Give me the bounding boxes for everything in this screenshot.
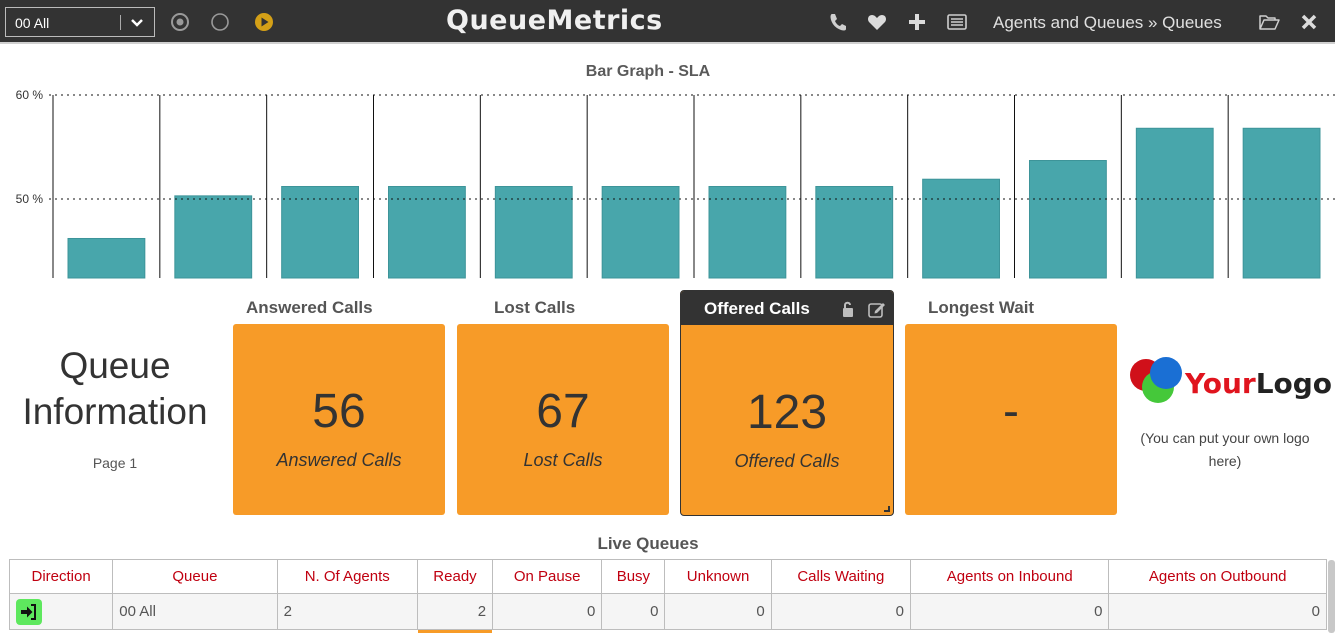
tile-answered-calls[interactable]: 56 Answered Calls [233, 324, 445, 515]
cell-calls-waiting: 0 [770, 593, 911, 630]
queue-select[interactable]: 00 All [5, 7, 155, 37]
tile-label: Offered Calls [734, 451, 840, 471]
col-direction[interactable]: Direction [8, 559, 114, 594]
play-icon[interactable] [253, 11, 275, 33]
tile-caption-answered: Answered Calls [246, 298, 373, 317]
y-tick-label: 60 % [16, 88, 44, 102]
cell-ready: 2 [416, 593, 494, 633]
phone-icon[interactable] [827, 11, 849, 33]
cell-on-pause: 0 [492, 593, 603, 630]
tile-header: Offered Calls [681, 291, 893, 325]
chart-title: Bar Graph - SLA [585, 63, 711, 80]
col-busy[interactable]: Busy [601, 559, 666, 594]
bar-5 [494, 186, 573, 279]
col-on-pause[interactable]: On Pause [492, 559, 603, 594]
col-unknown[interactable]: Unknown [664, 559, 772, 594]
cell-agents-outbound: 0 [1108, 593, 1327, 630]
tile-caption-lost: Lost Calls [494, 298, 576, 317]
table-header-row: Direction Queue N. Of Agents Ready On Pa… [8, 559, 1327, 594]
tile-value: 67 [536, 385, 590, 438]
queue-info-title-2: Information [22, 391, 208, 432]
col-agents-inbound[interactable]: Agents on Inbound [909, 559, 1110, 594]
tile-offered-calls[interactable]: Offered Calls 123 Offered Calls [680, 290, 894, 516]
queue-info-panel: Queue Information Page 1 [10, 343, 220, 471]
bar-8 [815, 186, 894, 279]
breadcrumb[interactable]: Agents and Queues » Queues [993, 13, 1222, 33]
table-row: 00 All 2 2 0 0 0 0 0 0 [8, 593, 1327, 633]
radio-empty-icon[interactable] [209, 11, 231, 33]
plus-icon[interactable] [906, 11, 928, 33]
queue-select-value: 00 All [15, 15, 50, 31]
list-icon[interactable] [946, 11, 968, 33]
cell-direction [8, 593, 114, 630]
col-ready[interactable]: Ready [416, 559, 494, 594]
page-indicator: Page 1 [92, 455, 138, 471]
logo-circles-icon [1130, 357, 1182, 403]
top-bar: 00 All QueueMetrics Agents and Queues » … [0, 0, 1335, 44]
cell-busy: 0 [601, 593, 666, 630]
live-queues-table: Direction Queue N. Of Agents Ready On Pa… [8, 559, 1327, 633]
logo-text: YourLogo [1185, 367, 1333, 400]
col-agents-outbound[interactable]: Agents on Outbound [1108, 559, 1327, 594]
col-n-agents[interactable]: N. Of Agents [276, 559, 418, 594]
col-queue[interactable]: Queue [112, 559, 278, 594]
brand-logo: QueueMetrics [446, 5, 663, 36]
bar-11 [1135, 127, 1214, 279]
radio-selected-icon[interactable] [169, 11, 191, 33]
heart-icon[interactable] [866, 11, 888, 33]
logo-note: (You can put your own logo here) [1140, 430, 1310, 469]
cell-agents-inbound: 0 [909, 593, 1110, 630]
cell-n-agents: 2 [276, 593, 418, 630]
bar-10 [1029, 160, 1107, 279]
queue-info-title-1: Queue [59, 345, 171, 386]
unlock-icon[interactable] [839, 299, 859, 319]
bar-6 [601, 186, 680, 279]
cell-unknown: 0 [664, 593, 772, 630]
bar-4 [388, 186, 466, 279]
select-separator [120, 15, 121, 30]
live-queues-title: Live Queues [597, 534, 699, 553]
inbound-direction-button[interactable] [16, 598, 42, 625]
sign-in-icon [21, 603, 36, 620]
bar-7 [708, 186, 787, 279]
bar-9 [922, 178, 1001, 279]
tile-label: Lost Calls [523, 450, 603, 470]
bar-1 [67, 237, 146, 279]
bar-2 [174, 195, 253, 279]
sla-bar-chart: 60 % 50 % [16, 88, 1335, 279]
col-calls-waiting[interactable]: Calls Waiting [770, 559, 911, 594]
tile-value: - [1003, 385, 1019, 438]
tile-value: 56 [312, 385, 366, 438]
tile-caption-longest-wait: Longest Wait [928, 298, 1035, 317]
bar-12 [1242, 127, 1321, 279]
chevron-down-icon [131, 19, 143, 27]
y-tick-label: 50 % [16, 192, 44, 206]
tile-longest-wait[interactable]: - [905, 324, 1117, 515]
edit-icon[interactable] [867, 299, 887, 319]
cell-queue[interactable]: 00 All [112, 593, 278, 630]
bar-3 [281, 186, 359, 279]
tile-value: 123 [746, 386, 828, 439]
tile-lost-calls[interactable]: 67 Lost Calls [457, 324, 669, 515]
tile-caption-offered: Offered Calls [704, 299, 810, 318]
tile-label: Answered Calls [276, 450, 402, 470]
close-icon[interactable] [1298, 11, 1320, 33]
vertical-scrollbar[interactable] [1328, 560, 1335, 633]
folder-open-icon[interactable] [1258, 11, 1280, 33]
resize-handle[interactable] [884, 506, 890, 512]
